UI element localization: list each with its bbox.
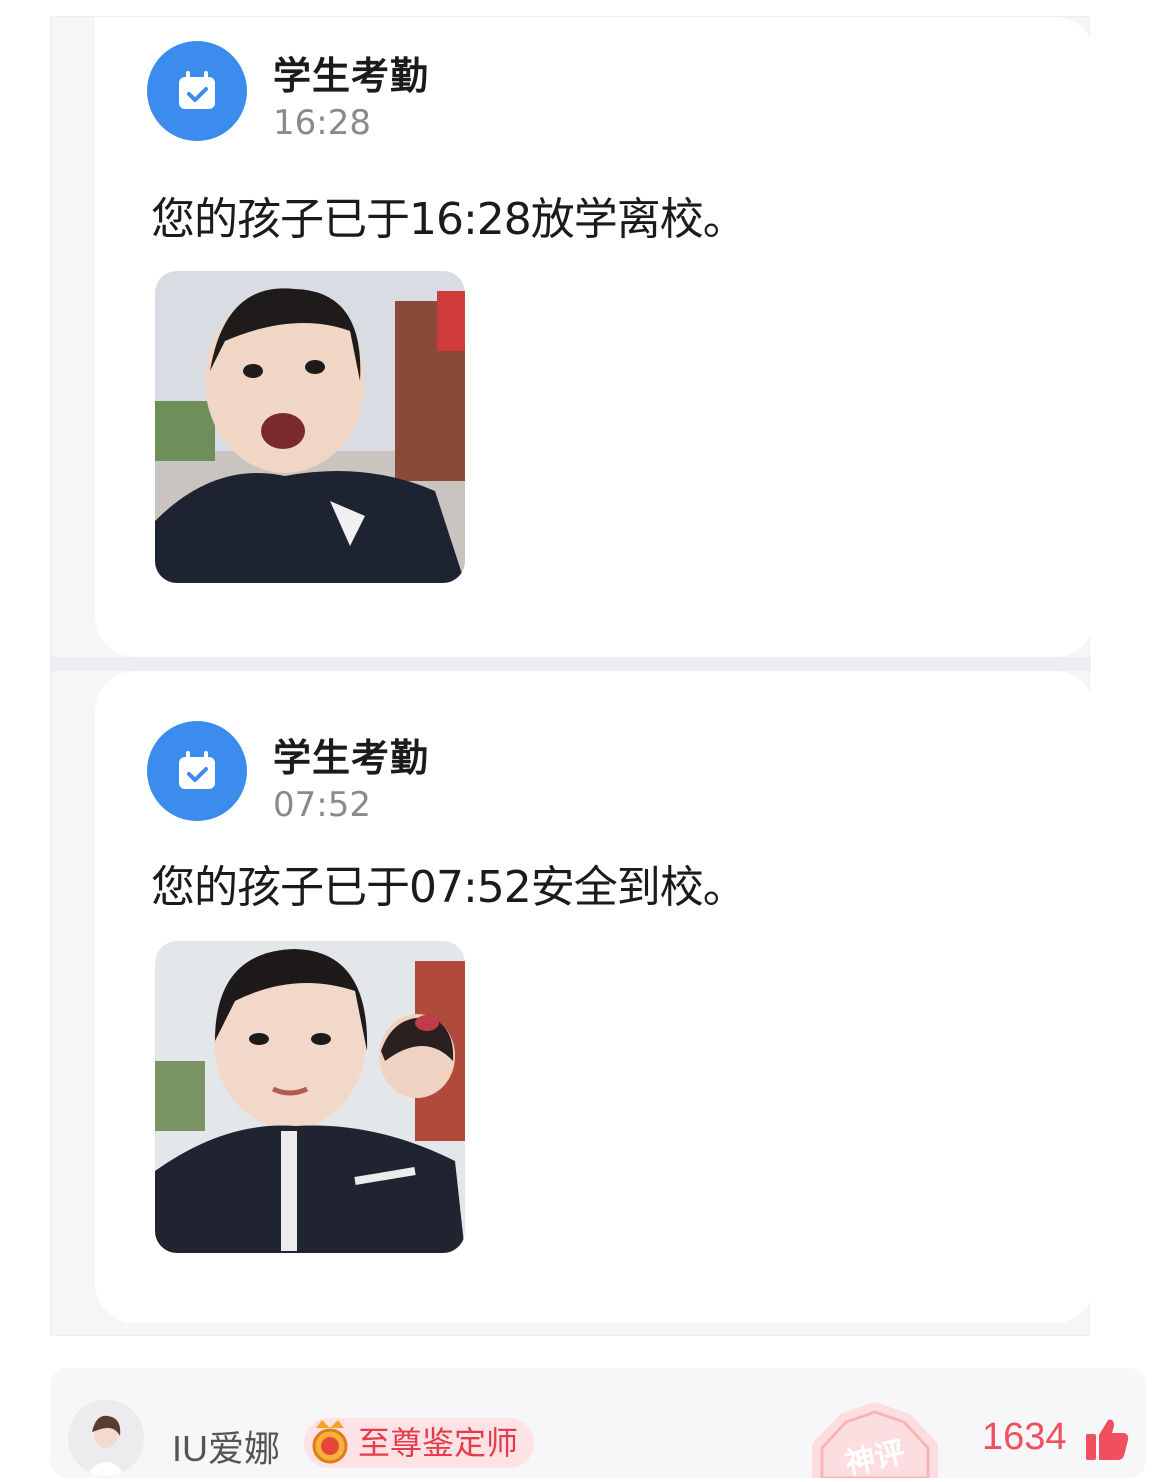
screenshot-frame: 学生考勤 16:28 您的孩子已于16:28放学离校。 学生考勤 07:52 您… <box>50 16 1095 1336</box>
like-count: 1634 <box>982 1416 1067 1458</box>
app-name: 学生考勤 <box>273 54 430 98</box>
notification-card[interactable]: 学生考勤 07:52 您的孩子已于07:52安全到校。 <box>95 671 1095 1323</box>
god-comment-stamp: 神评 <box>800 1398 950 1482</box>
avatar[interactable] <box>68 1400 144 1476</box>
notification-time: 16:28 <box>273 103 371 143</box>
comment-bar: IU爱娜 至尊鉴定师 神评 1634 <box>50 1368 1146 1482</box>
app-name: 学生考勤 <box>273 736 430 780</box>
calendar-check-icon <box>147 721 247 821</box>
calendar-check-icon <box>147 41 247 141</box>
child-photo[interactable] <box>155 941 465 1253</box>
crown-medal-icon <box>306 1416 354 1482</box>
badge-label: 至尊鉴定师 <box>358 1424 519 1462</box>
comment-username[interactable]: IU爱娜 <box>172 1420 280 1472</box>
card-divider <box>51 657 1091 671</box>
notification-message: 您的孩子已于16:28放学离校。 <box>151 194 747 245</box>
notification-card[interactable]: 学生考勤 16:28 您的孩子已于16:28放学离校。 <box>95 17 1095 657</box>
thumbs-up-icon[interactable] <box>1084 1416 1130 1466</box>
notification-time: 07:52 <box>273 785 371 825</box>
user-badge: 至尊鉴定师 <box>304 1418 535 1468</box>
notification-message: 您的孩子已于07:52安全到校。 <box>151 862 747 913</box>
child-photo[interactable] <box>155 271 465 583</box>
